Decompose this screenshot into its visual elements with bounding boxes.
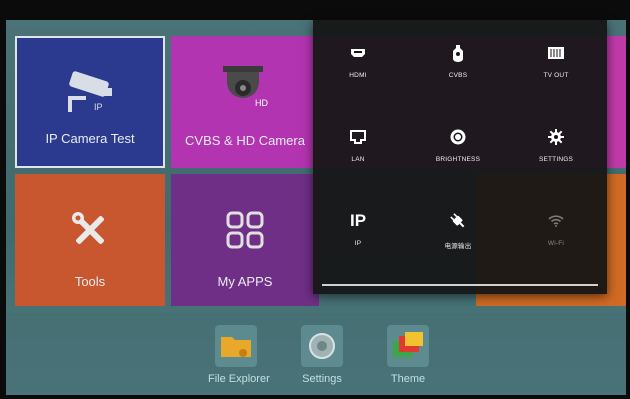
dock-theme[interactable]: Theme [380,325,436,385]
qs-settings[interactable]: SETTINGS [511,124,601,163]
apps-grid-icon [226,211,264,249]
power-plug-icon [450,213,465,228]
qs-settings-label: SETTINGS [538,156,574,163]
settings-dial-icon [301,325,343,367]
qs-ip[interactable]: IP IP [313,208,403,247]
ip-badge: IP [94,102,103,112]
qs-tv-out[interactable]: TV OUT [511,40,601,79]
quick-settings-panel: HDMI CVBS TV OUT LAN BRIGHTNESS SETTINGS… [313,20,607,294]
lan-icon [350,130,366,144]
dock: File Explorer Settings Theme [6,313,626,395]
qs-wifi-label: Wi-Fi [547,240,565,247]
tv-out-icon [548,47,564,59]
folder-icon [215,325,257,367]
qs-brightness[interactable]: BRIGHTNESS [413,124,503,163]
qs-cvbs-label: CVBS [448,72,468,79]
file-explorer-label: File Explorer [208,373,270,385]
qs-lan-label: LAN [351,156,365,163]
qs-cvbs[interactable]: CVBS [413,40,503,79]
cvbs-hd-camera-label: CVBS & HD Camera [185,133,305,148]
qs-wifi[interactable]: Wi-Fi [511,208,601,247]
cvbs-icon [453,45,463,62]
ip-camera-test-label: IP Camera Test [45,131,135,146]
hd-badge: HD [255,98,268,108]
theme-icon [387,325,429,367]
settings-gear-icon [548,129,564,145]
tools-icon [72,212,105,245]
qs-hdmi-label: HDMI [349,72,367,79]
dome-camera-icon: HD [223,66,268,108]
qs-power-output[interactable]: 电源输出 [413,208,503,250]
cvbs-hd-camera-tile[interactable]: HD CVBS & HD Camera [171,36,319,168]
dock-file-explorer[interactable]: File Explorer [208,325,270,385]
qs-brightness-label: BRIGHTNESS [435,156,481,163]
ip-camera-test-tile[interactable]: IP IP Camera Test [15,36,165,168]
tools-label: Tools [74,274,106,289]
my-apps-label: My APPS [217,274,273,289]
settings-label: Settings [302,373,342,385]
theme-label: Theme [390,373,426,385]
my-apps-tile[interactable]: My APPS [171,174,319,306]
qs-ip-label: IP [354,240,362,247]
qs-tv-out-label: TV OUT [543,72,569,79]
dock-settings[interactable]: Settings [294,325,350,385]
qs-lan[interactable]: LAN [313,124,403,163]
tools-tile[interactable]: Tools [15,174,165,306]
qs-hdmi[interactable]: HDMI [313,40,403,79]
qs-power-output-label: 电源输出 [444,243,472,250]
brightness-icon [450,129,466,145]
hdmi-icon [351,49,365,57]
brightness-slider-bar[interactable] [322,284,598,286]
ip-icon: IP [349,211,367,230]
ip-camera-icon: IP [68,71,112,112]
wifi-icon [548,215,564,227]
